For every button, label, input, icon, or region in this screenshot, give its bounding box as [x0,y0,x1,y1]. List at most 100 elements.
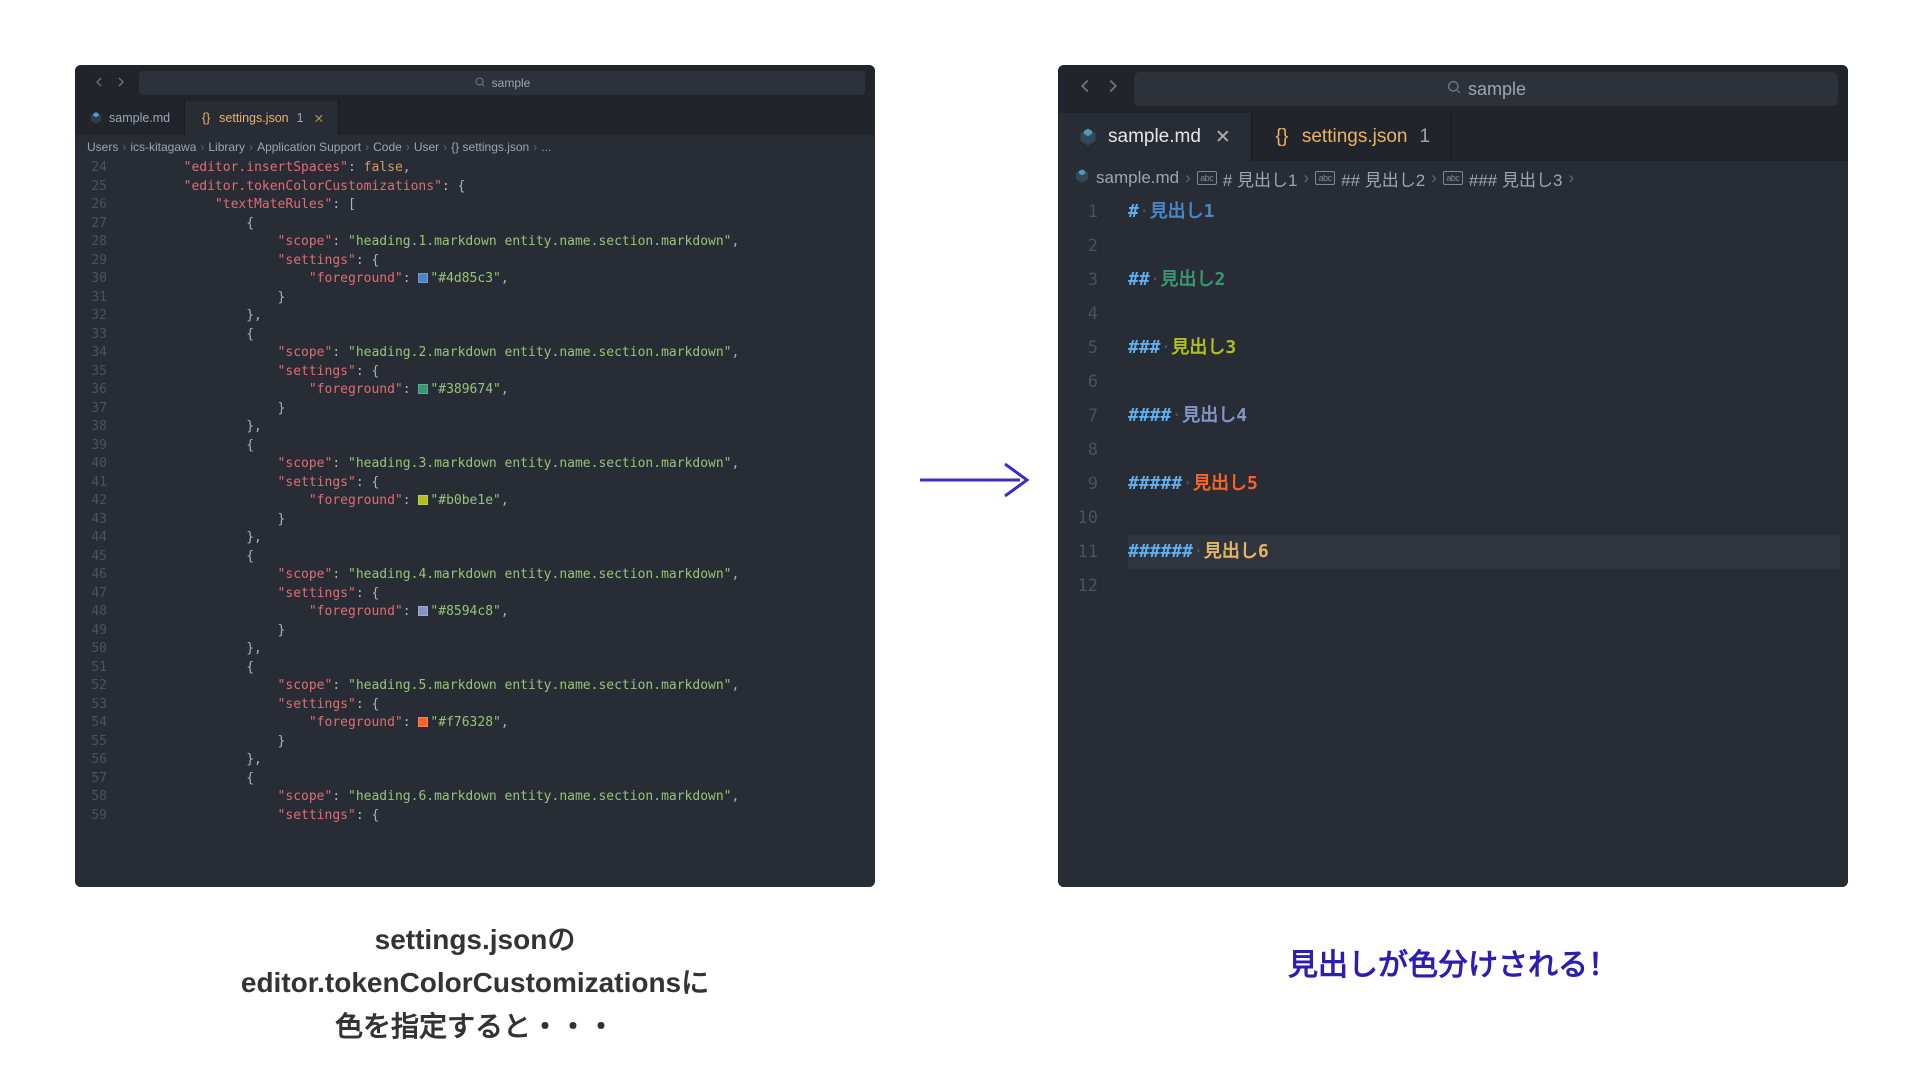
code-line[interactable]: ####·見出し4 [1128,399,1840,433]
code-line[interactable]: "scope": "heading.6.markdown entity.name… [121,788,867,807]
line-number: 39 [75,437,107,456]
json-file-icon: {} [199,111,213,125]
tab-settings-json[interactable]: {} settings.json 1 [1252,113,1451,161]
code-line[interactable]: "foreground": "#4d85c3", [121,270,867,289]
code-line[interactable]: "scope": "heading.4.markdown entity.name… [121,566,867,585]
code-line[interactable]: }, [121,418,867,437]
code-line[interactable]: "foreground": "#f76328", [121,714,867,733]
nav-back-icon[interactable] [91,74,107,93]
line-number: 46 [75,566,107,585]
crumb-segment[interactable]: Application Support [257,140,361,154]
crumb-segment[interactable]: ... [541,140,551,154]
caption-right: 見出しが色分けされる！ [1058,940,1848,984]
line-number: 30 [75,270,107,289]
code-line[interactable]: { [121,770,867,789]
code-line[interactable]: } [121,511,867,530]
code-line[interactable]: ######·見出し6 [1128,535,1840,569]
code-line[interactable]: }, [121,751,867,770]
code-line[interactable]: { [121,659,867,678]
code-line[interactable]: { [121,548,867,567]
code-line[interactable] [1128,569,1840,603]
crumb-segment[interactable]: ics-kitagawa [130,140,196,154]
close-icon[interactable]: ✕ [314,111,324,126]
code-line[interactable]: "scope": "heading.3.markdown entity.name… [121,455,867,474]
code-line[interactable]: "editor.insertSpaces": false, [121,159,867,178]
nav-forward-icon[interactable] [113,74,129,93]
code-line[interactable]: } [121,622,867,641]
search-icon [1446,79,1462,100]
code-line[interactable]: "scope": "heading.1.markdown entity.name… [121,233,867,252]
line-number: 48 [75,603,107,622]
caption-line: editor.tokenColorCustomizationsに [75,961,875,1004]
search-icon [474,76,486,91]
crumb-segment[interactable]: Code [373,140,402,154]
crumb-file[interactable]: sample.md [1096,168,1179,188]
code-line[interactable]: "settings": { [121,585,867,604]
code-line[interactable]: "textMateRules": [ [121,196,867,215]
code-line[interactable] [1128,365,1840,399]
code-line[interactable]: }, [121,640,867,659]
tab-sample-md[interactable]: sample.md [75,101,185,135]
crumb-segment[interactable]: Users [87,140,118,154]
code-line[interactable]: "foreground": "#b0be1e", [121,492,867,511]
code-line[interactable]: "foreground": "#8594c8", [121,603,867,622]
code-line[interactable]: { [121,437,867,456]
line-number: 36 [75,381,107,400]
breadcrumb[interactable]: sample.md › abc # 見出し1 › abc ## 見出し2 › a… [1058,161,1848,195]
code-line[interactable]: } [121,289,867,308]
code-content[interactable]: #·見出し1 ##·見出し2 ###·見出し3 ####·見出し4 #####·… [1116,195,1848,887]
caption-line: settings.jsonの [75,918,875,961]
nav-forward-icon[interactable] [1102,75,1124,103]
code-line[interactable]: "editor.tokenColorCustomizations": { [121,178,867,197]
crumb-h3[interactable]: ### 見出し3 [1469,166,1563,191]
crumb-segment[interactable]: Library [208,140,245,154]
code-line[interactable]: "foreground": "#389674", [121,381,867,400]
code-line[interactable]: "settings": { [121,252,867,271]
code-line[interactable]: { [121,326,867,345]
code-line[interactable]: "settings": { [121,363,867,382]
code-line[interactable]: } [121,733,867,752]
crumb-h1[interactable]: # 見出し1 [1223,166,1298,191]
crumb-segment[interactable]: {} settings.json [451,140,529,154]
titlebar: sample [75,65,875,101]
markdown-preview-window: sample sample.md ✕ {} settings.json 1 sa… [1058,65,1848,887]
code-line[interactable]: #·見出し1 [1128,195,1840,229]
code-line[interactable]: } [121,400,867,419]
caption-left: settings.jsonのeditor.tokenColorCustomiza… [75,918,875,1048]
code-line[interactable]: "settings": { [121,696,867,715]
code-editor[interactable]: 2425262728293031323334353637383940414243… [75,159,875,887]
code-line[interactable]: "settings": { [121,474,867,493]
nav-back-icon[interactable] [1074,75,1096,103]
line-number: 12 [1058,569,1098,603]
close-icon[interactable]: ✕ [1215,126,1231,149]
code-line[interactable]: }, [121,529,867,548]
line-number: 35 [75,363,107,382]
symbol-string-icon: abc [1315,171,1335,185]
code-line[interactable] [1128,229,1840,263]
tab-sample-md[interactable]: sample.md ✕ [1058,113,1252,161]
code-editor[interactable]: 123456789101112 #·見出し1 ##·見出し2 ###·見出し3 … [1058,195,1848,887]
titlebar: sample [1058,65,1848,113]
code-line[interactable]: }, [121,307,867,326]
code-line[interactable] [1128,501,1840,535]
search-text: sample [1468,79,1526,100]
line-number: 58 [75,788,107,807]
line-number: 28 [75,233,107,252]
code-line[interactable]: "settings": { [121,807,867,826]
breadcrumb[interactable]: Users›ics-kitagawa›Library›Application S… [75,135,875,159]
code-line[interactable] [1128,297,1840,331]
symbol-string-icon: abc [1197,171,1217,185]
crumb-segment[interactable]: User [414,140,439,154]
code-content[interactable]: "editor.insertSpaces": false, "editor.to… [121,159,875,887]
code-line[interactable] [1128,433,1840,467]
crumb-h2[interactable]: ## 見出し2 [1341,166,1425,191]
code-line[interactable]: "scope": "heading.2.markdown entity.name… [121,344,867,363]
code-line[interactable]: { [121,215,867,234]
code-line[interactable]: ##·見出し2 [1128,263,1840,297]
code-line[interactable]: #####·見出し5 [1128,467,1840,501]
code-line[interactable]: "scope": "heading.5.markdown entity.name… [121,677,867,696]
code-line[interactable]: ###·見出し3 [1128,331,1840,365]
command-center[interactable]: sample [1134,72,1838,106]
tab-settings-json[interactable]: {} settings.json 1 ✕ [185,101,339,135]
command-center[interactable]: sample [139,71,865,95]
